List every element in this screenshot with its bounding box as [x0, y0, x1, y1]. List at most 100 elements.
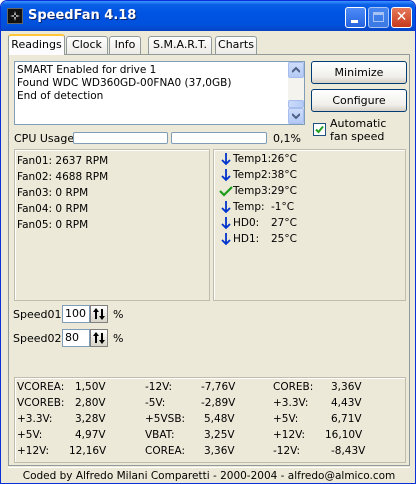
voltage-name: VCOREA:	[17, 381, 65, 393]
fan-name: Fan02:	[17, 171, 53, 183]
fan-reading: Fan03: 0 RPM	[17, 185, 108, 201]
temp-name: HD0:	[233, 217, 260, 229]
temp-name: Temp:	[233, 201, 265, 213]
voltage-name: +3.3V:	[273, 397, 309, 409]
arrow-down-icon	[221, 233, 231, 246]
voltage-name: COREB:	[273, 381, 314, 393]
tab-info[interactable]: Info	[109, 36, 141, 54]
title-bar[interactable]: SpeedFan 4.18 ✕	[1, 1, 415, 31]
temp-value: 38°C	[271, 169, 297, 181]
voltage-value: 12,16V	[69, 445, 107, 457]
voltage-value: 6,71V	[331, 413, 362, 425]
voltage-value: 3,28V	[75, 413, 106, 425]
tab-smart[interactable]: S.M.A.R.T.	[148, 36, 212, 54]
log-line: End of detection	[17, 90, 104, 102]
minimize-icon	[351, 20, 358, 23]
speed01-unit: %	[113, 308, 124, 321]
automatic-fan-speed-checkbox[interactable]	[313, 123, 326, 136]
voltage-value: 2,80V	[75, 397, 106, 409]
cpu-usage-label: CPU Usage	[14, 132, 75, 145]
fan-value: 0 RPM	[55, 187, 89, 199]
tab-charts[interactable]: Charts	[215, 36, 257, 54]
log-line: SMART Enabled for drive 1	[17, 64, 157, 76]
scroll-thumb[interactable]	[288, 100, 304, 108]
detection-log[interactable]: SMART Enabled for drive 1 Found WDC WD36…	[14, 61, 305, 125]
scroll-up-button[interactable]	[288, 62, 304, 78]
speed02-input[interactable]: 80	[62, 329, 90, 347]
voltage-value: 1,50V	[75, 381, 106, 393]
temp-name: HD1:	[233, 233, 260, 245]
fan-value: 4688 RPM	[55, 171, 109, 183]
log-scrollbar[interactable]	[288, 62, 304, 124]
window-title: SpeedFan 4.18	[28, 8, 137, 23]
speed02-spinner[interactable]	[90, 329, 108, 347]
chevron-up-icon	[292, 67, 300, 73]
temp-reading: Temp1: 26°C	[219, 151, 399, 167]
fan-reading: Fan02: 4688 RPM	[17, 169, 108, 185]
voltage-name: -5V:	[145, 397, 166, 409]
minimize-button[interactable]: Minimize	[311, 61, 407, 84]
fan-list: Fan01: 2637 RPM Fan02: 4688 RPM Fan03: 0…	[17, 153, 108, 233]
maximize-icon	[373, 12, 384, 22]
voltage-value: 5,48V	[204, 413, 235, 425]
voltage-value: 3,36V	[331, 381, 362, 393]
log-line: Found WDC WD360GD-00FNA0 (37,0GB)	[17, 77, 232, 89]
speed02-label: Speed02:	[13, 332, 66, 345]
temp-value: 29°C	[271, 185, 297, 197]
temp-reading: HD0: 27°C	[219, 215, 399, 231]
close-window-button[interactable]: ✕	[391, 7, 412, 28]
fan-reading: Fan04: 0 RPM	[17, 201, 108, 217]
temp-value: 25°C	[271, 233, 297, 245]
voltage-name: +3.3V:	[17, 413, 53, 425]
minimize-window-button[interactable]	[345, 7, 366, 28]
scroll-down-button[interactable]	[288, 108, 304, 124]
configure-button[interactable]: Configure	[311, 89, 407, 112]
temp-name: Temp3:	[233, 185, 272, 197]
voltage-name: COREA:	[145, 445, 186, 457]
close-icon: ✕	[395, 9, 408, 25]
voltage-name: +5VSB:	[145, 413, 186, 425]
arrow-down-icon	[221, 169, 231, 182]
speed01-label: Speed01:	[13, 308, 66, 321]
fan-name: Fan01:	[17, 155, 53, 167]
tab-clock[interactable]: Clock	[66, 36, 108, 54]
voltage-value: 4,97V	[75, 429, 106, 441]
temp-value: -1°C	[271, 201, 295, 213]
voltage-name: VCOREB:	[17, 397, 65, 409]
voltage-value: -7,76V	[201, 381, 236, 393]
cpu-usage-value: 0,1%	[273, 132, 301, 145]
voltage-value: 16,10V	[325, 429, 363, 441]
voltage-value: 3,25V	[204, 429, 235, 441]
voltage-name: +5V:	[273, 413, 299, 425]
fan-value: 2637 RPM	[55, 155, 109, 167]
voltage-value: -2,89V	[201, 397, 236, 409]
speed01-spinner[interactable]	[90, 305, 108, 323]
temp-reading: HD1: 25°C	[219, 231, 399, 247]
voltage-name: VBAT:	[145, 429, 175, 441]
temp-reading: Temp3: 29°C	[219, 183, 399, 199]
automatic-fan-speed-label: Automatic fan speed	[330, 117, 387, 143]
temp-reading: Temp: -1°C	[219, 199, 399, 215]
voltage-value: 3,36V	[204, 445, 235, 457]
voltage-name: -12V:	[145, 381, 173, 393]
temp-name: Temp1:	[233, 153, 272, 165]
tab-readings[interactable]: Readings	[8, 34, 65, 55]
speed01-input[interactable]: 100	[62, 305, 90, 323]
arrow-down-icon	[221, 201, 231, 214]
temp-value: 26°C	[271, 153, 297, 165]
speedfan-window: SpeedFan 4.18 ✕ Readings Clock Info S.M.…	[0, 0, 416, 484]
temp-value: 27°C	[271, 217, 297, 229]
up-down-arrows-icon	[93, 332, 105, 344]
speedfan-app-icon[interactable]	[7, 8, 23, 24]
fan-name: Fan04:	[17, 203, 53, 215]
fan-name: Fan03:	[17, 187, 53, 199]
voltage-name: +12V:	[17, 445, 50, 457]
voltage-name: +12V:	[273, 429, 306, 441]
temp-reading: Temp2: 38°C	[219, 167, 399, 183]
voltage-value: 4,43V	[331, 397, 362, 409]
fan-value: 0 RPM	[55, 203, 89, 215]
cpu-usage-bar-1	[73, 132, 168, 144]
fan-reading: Fan01: 2637 RPM	[17, 153, 108, 169]
maximize-window-button[interactable]	[368, 7, 389, 28]
speed02-unit: %	[113, 332, 124, 345]
